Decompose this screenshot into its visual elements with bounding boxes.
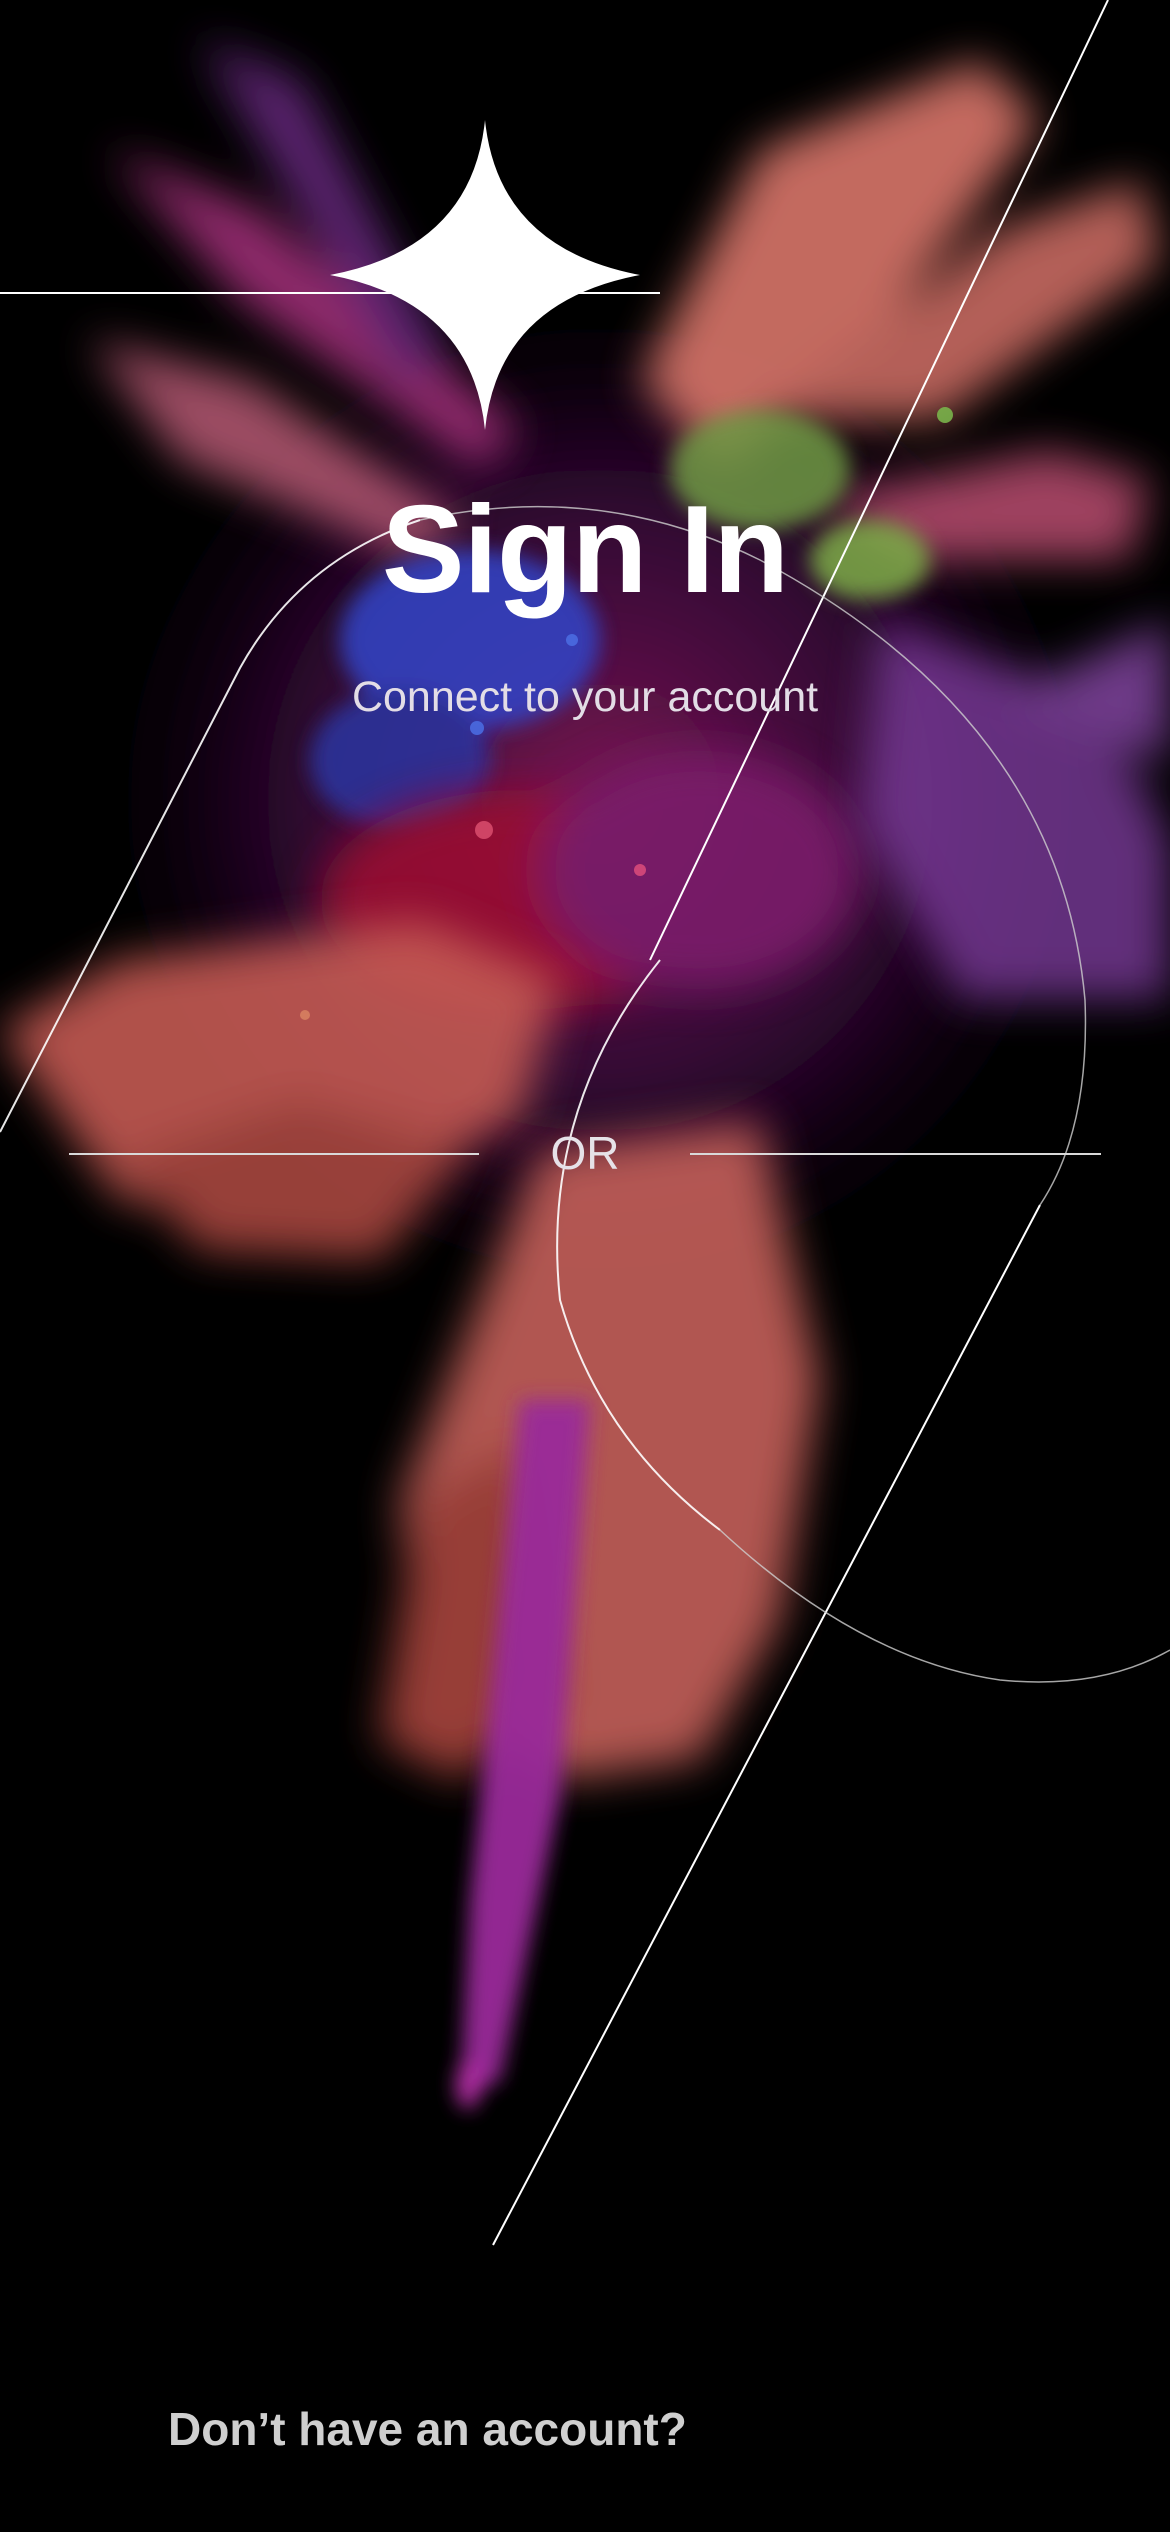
or-separator-label: OR (550, 1127, 620, 1179)
page-subtitle: Connect to your account (351, 673, 819, 721)
sign-in-screen: Sign In Connect to your account OR Don’t… (0, 0, 1170, 2532)
page-title: Sign In (381, 481, 789, 619)
sparkle-icon (330, 120, 640, 430)
signup-prompt-link[interactable]: Don’t have an account? (168, 2406, 687, 2452)
divider-line-left (69, 1153, 479, 1155)
divider-line-right (690, 1153, 1101, 1155)
